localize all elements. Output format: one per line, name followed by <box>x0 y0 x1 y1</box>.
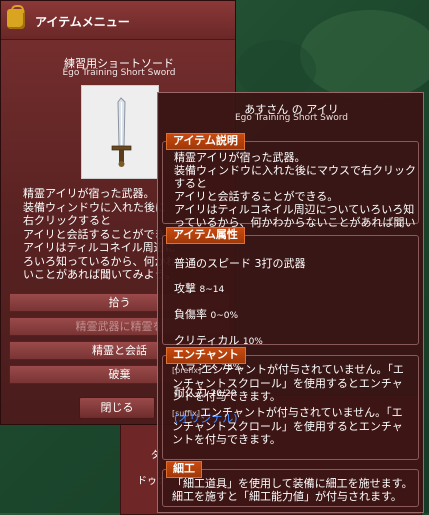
craft-label: 細工 <box>166 461 202 478</box>
wound-rate-stat: 負傷率 0~0% <box>174 308 239 322</box>
enchant-label: エンチャント <box>166 347 246 364</box>
item-image-frame <box>81 85 159 179</box>
background-foliage <box>300 10 429 100</box>
tooltip-item-name-english: Ego Training Short Sword <box>235 113 348 123</box>
craft-text: 「細工道具」を使用して装備に細工を施せます。細工を施すと「細工能力値」が付与され… <box>172 477 413 503</box>
enchant-suffix: [suffix]エンチャントが付与されていません。「エンチャントスクロール」を使… <box>172 406 403 446</box>
enchant-prefix: [prefix]エンチャントが付与されていません。「エンチャントスクロール」を使… <box>172 363 404 403</box>
background-foliage <box>236 40 316 100</box>
close-button[interactable]: 閉じる <box>79 397 155 419</box>
bag-icon <box>7 5 25 29</box>
item-menu-titlebar[interactable]: アイテムメニュー <box>1 1 235 40</box>
window-title: アイテムメニュー <box>35 15 130 29</box>
attack-stat: 攻撃 8~14 <box>174 282 225 296</box>
item-description-label: アイテム説明 <box>166 133 245 150</box>
sword-icon <box>111 97 132 167</box>
item-attributes-label: アイテム属性 <box>166 227 245 244</box>
item-tooltip: あすさん の アイリ Ego Training Short Sword アイテム… <box>157 92 424 513</box>
attack-speed: 普通のスピード 3打の武器 <box>174 257 306 270</box>
item-name-english: Ego Training Short Sword <box>62 68 176 78</box>
